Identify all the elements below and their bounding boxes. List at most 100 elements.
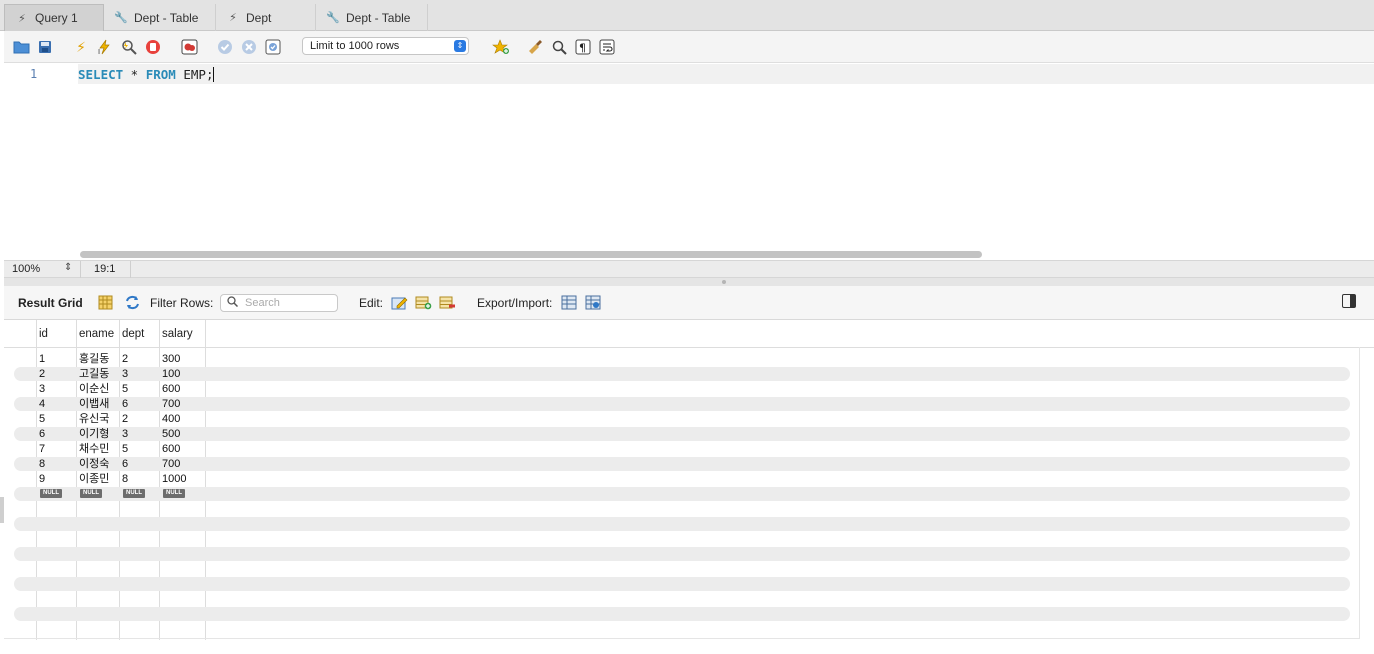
lightning-icon: ⚡ xyxy=(229,12,237,24)
export-icon[interactable] xyxy=(561,295,578,311)
table-row[interactable] xyxy=(14,397,1350,411)
cell-id[interactable]: 9 xyxy=(39,472,45,486)
cell-id[interactable]: 6 xyxy=(39,427,45,441)
horizontal-scrollbar[interactable] xyxy=(80,251,982,258)
grid-view-icon[interactable] xyxy=(98,295,115,311)
toggle-side-panel-icon[interactable] xyxy=(1342,294,1356,308)
cell-id[interactable]: 4 xyxy=(39,397,45,411)
empty-row xyxy=(14,502,1350,516)
column-header-ename[interactable]: ename xyxy=(79,320,114,348)
edit-row-icon[interactable] xyxy=(391,295,408,311)
cell-ename[interactable]: 이뱁새 xyxy=(79,397,109,411)
empty-row xyxy=(14,607,1350,621)
cell-salary[interactable]: 600 xyxy=(162,382,180,396)
toggle-error-icon[interactable] xyxy=(180,38,198,56)
cell-salary[interactable]: 400 xyxy=(162,412,180,426)
cell-ename[interactable]: 고길동 xyxy=(79,367,109,381)
cell-salary[interactable]: 100 xyxy=(162,367,180,381)
table-row[interactable] xyxy=(14,472,1350,486)
tab-dept[interactable]: ⚡ Dept xyxy=(216,4,316,31)
header-divider xyxy=(4,347,1374,348)
cell-dept[interactable]: 3 xyxy=(122,427,128,441)
table-row[interactable] xyxy=(14,412,1350,426)
cell-id[interactable]: 7 xyxy=(39,442,45,456)
pane-splitter[interactable] xyxy=(4,278,1374,286)
cell-salary[interactable]: 600 xyxy=(162,442,180,456)
null-badge[interactable]: NULL xyxy=(163,489,185,498)
stop-icon[interactable] xyxy=(144,38,162,56)
cell-salary[interactable]: 700 xyxy=(162,457,180,471)
cell-ename[interactable]: 이순신 xyxy=(79,382,109,396)
tab-query-1[interactable]: ⚡ Query 1 xyxy=(4,4,104,31)
limit-rows-select[interactable]: Limit to 1000 rows ⇕ xyxy=(302,37,469,55)
refresh-icon[interactable] xyxy=(124,295,141,311)
splitter-handle[interactable] xyxy=(722,280,726,284)
table-row[interactable] xyxy=(14,442,1350,456)
grid-bottom-border xyxy=(4,638,1360,639)
cell-dept[interactable]: 5 xyxy=(122,442,128,456)
table-row[interactable] xyxy=(14,352,1350,366)
sql-editor[interactable]: 1 SELECT * FROM EMP; xyxy=(4,63,1374,260)
cell-salary[interactable]: 500 xyxy=(162,427,180,441)
zoom-stepper-icon[interactable]: ⇕ xyxy=(64,262,72,273)
cell-id[interactable]: 5 xyxy=(39,412,45,426)
cell-ename[interactable]: 이종민 xyxy=(79,472,109,486)
table-row[interactable] xyxy=(14,382,1350,396)
cell-salary[interactable]: 300 xyxy=(162,352,180,366)
column-header-salary[interactable]: salary xyxy=(162,320,193,348)
column-header-id[interactable]: id xyxy=(39,320,48,348)
cell-id[interactable]: 2 xyxy=(39,367,45,381)
commit-icon[interactable] xyxy=(216,38,234,56)
explain-icon[interactable] xyxy=(120,38,138,56)
cell-ename[interactable]: 홍길동 xyxy=(79,352,109,366)
cell-dept[interactable]: 2 xyxy=(122,412,128,426)
null-badge[interactable]: NULL xyxy=(80,489,102,498)
cell-ename[interactable]: 유신국 xyxy=(79,412,109,426)
tab-dept-table[interactable]: 🔧 Dept - Table xyxy=(104,4,216,31)
null-badge[interactable]: NULL xyxy=(40,489,62,498)
cell-ename[interactable]: 채수민 xyxy=(79,442,109,456)
cell-id[interactable]: 8 xyxy=(39,457,45,471)
delete-row-icon[interactable] xyxy=(439,295,456,311)
execute-current-icon[interactable]: I xyxy=(96,38,114,56)
cell-dept[interactable]: 6 xyxy=(122,457,128,471)
column-header-dept[interactable]: dept xyxy=(122,320,144,348)
sql-code-line[interactable]: SELECT * FROM EMP; xyxy=(78,67,215,82)
empty-row xyxy=(14,562,1350,576)
filter-rows-label: Filter Rows: xyxy=(150,296,214,310)
keyword-select: SELECT xyxy=(78,67,124,82)
rollback-icon[interactable] xyxy=(240,38,258,56)
cell-id[interactable]: 3 xyxy=(39,382,45,396)
cell-dept[interactable]: 5 xyxy=(122,382,128,396)
cell-ename[interactable]: 이기형 xyxy=(79,427,109,441)
open-folder-icon[interactable] xyxy=(12,38,30,56)
zoom-level[interactable]: 100% xyxy=(12,263,40,275)
import-icon[interactable] xyxy=(585,295,602,311)
autocommit-icon[interactable] xyxy=(264,38,282,56)
add-snippet-star-icon[interactable] xyxy=(492,38,510,56)
new-row[interactable] xyxy=(14,487,1350,501)
save-icon[interactable] xyxy=(36,38,54,56)
invisible-chars-icon[interactable]: ¶ xyxy=(574,38,592,56)
cell-dept[interactable]: 6 xyxy=(122,397,128,411)
beautify-broom-icon[interactable] xyxy=(526,38,544,56)
find-icon[interactable] xyxy=(550,38,568,56)
null-badge[interactable]: NULL xyxy=(123,489,145,498)
execute-icon[interactable]: ⚡ xyxy=(72,38,90,56)
left-panel-handle[interactable] xyxy=(0,497,4,523)
table-row[interactable] xyxy=(14,457,1350,471)
table-row[interactable] xyxy=(14,367,1350,381)
wrap-lines-icon[interactable] xyxy=(598,38,616,56)
insert-row-icon[interactable] xyxy=(415,295,432,311)
sql-toolbar: ⚡ I Limit to 1000 rows ⇕ ¶ xyxy=(4,31,1374,63)
cell-salary[interactable]: 1000 xyxy=(162,472,186,486)
tab-dept-table-2[interactable]: 🔧 Dept - Table xyxy=(316,4,428,31)
cell-dept[interactable]: 2 xyxy=(122,352,128,366)
filter-search-input[interactable]: Search xyxy=(220,294,338,312)
cell-ename[interactable]: 이정숙 xyxy=(79,457,109,471)
cell-salary[interactable]: 700 xyxy=(162,397,180,411)
cell-id[interactable]: 1 xyxy=(39,352,45,366)
cell-dept[interactable]: 3 xyxy=(122,367,128,381)
table-row[interactable] xyxy=(14,427,1350,441)
cell-dept[interactable]: 8 xyxy=(122,472,128,486)
